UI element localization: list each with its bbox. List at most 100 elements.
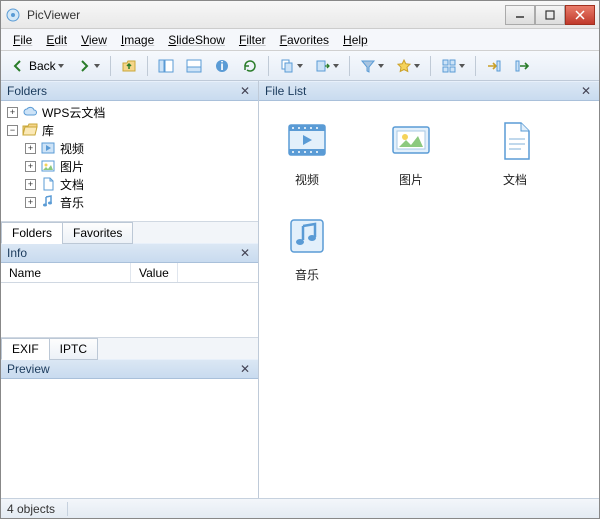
import-icon (486, 58, 502, 74)
cloud-icon (22, 104, 38, 120)
back-label: Back (29, 59, 56, 73)
chevron-down-icon (414, 64, 420, 68)
expand-icon[interactable]: + (25, 197, 36, 208)
info-table: Name Value (1, 263, 258, 337)
close-button[interactable] (565, 5, 595, 25)
info-col-name[interactable]: Name (1, 263, 131, 282)
tree-pane-icon (158, 58, 174, 74)
menu-image[interactable]: Image (115, 31, 160, 49)
chevron-down-icon (459, 64, 465, 68)
video-icon (40, 140, 56, 156)
close-icon[interactable]: ✕ (238, 246, 252, 260)
tab-favorites[interactable]: Favorites (62, 222, 133, 244)
expand-icon[interactable]: + (25, 179, 36, 190)
document-library-icon (491, 117, 539, 165)
info-icon: i (214, 58, 230, 74)
folders-pane-button[interactable] (153, 55, 179, 77)
move-button[interactable] (310, 55, 344, 77)
menu-help[interactable]: Help (337, 31, 374, 49)
close-icon[interactable]: ✕ (579, 84, 593, 98)
refresh-icon (242, 58, 258, 74)
expand-icon[interactable]: + (25, 161, 36, 172)
preview-area (1, 379, 258, 498)
chevron-down-icon (378, 64, 384, 68)
export-button[interactable] (509, 55, 535, 77)
document-icon (40, 176, 56, 192)
info-panel-header: Info ✕ (1, 243, 258, 263)
menubar: File Edit View Image SlideShow Filter Fa… (1, 29, 599, 51)
tree-label: 库 (42, 122, 54, 139)
toolbar: Back i (1, 51, 599, 81)
filelist-panel-title: File List (265, 84, 306, 98)
folder-tabs: Folders Favorites (1, 221, 258, 243)
folder-tree[interactable]: + WPS云文档 − 库 + 视频 + 图片 + 文档 (1, 101, 258, 221)
tab-exif[interactable]: EXIF (1, 338, 50, 360)
tree-node-music[interactable]: + 音乐 (1, 193, 258, 211)
tree-label: 视频 (60, 140, 84, 157)
chevron-down-icon (94, 64, 100, 68)
folders-panel-title: Folders (7, 84, 47, 98)
menu-view[interactable]: View (75, 31, 113, 49)
copy-icon (279, 58, 295, 74)
tab-folders[interactable]: Folders (1, 222, 63, 244)
right-column: File List ✕ 视频 图片 文档 音乐 (259, 81, 599, 498)
back-button[interactable]: Back (5, 55, 69, 77)
tree-node-videos[interactable]: + 视频 (1, 139, 258, 157)
folder-up-icon (121, 58, 137, 74)
collapse-icon[interactable]: − (7, 125, 18, 136)
titlebar: PicViewer (1, 1, 599, 29)
menu-favorites[interactable]: Favorites (274, 31, 335, 49)
tree-node-wps[interactable]: + WPS云文档 (1, 103, 258, 121)
forward-button[interactable] (71, 55, 105, 77)
picture-library-icon (387, 117, 435, 165)
file-item-videos[interactable]: 视频 (271, 117, 343, 188)
folders-panel-header: Folders ✕ (1, 81, 258, 101)
file-item-music[interactable]: 音乐 (271, 212, 343, 283)
music-icon (40, 194, 56, 210)
import-button[interactable] (481, 55, 507, 77)
arrow-left-icon (10, 58, 26, 74)
close-icon[interactable]: ✕ (238, 362, 252, 376)
file-item-documents[interactable]: 文档 (479, 117, 551, 188)
file-grid[interactable]: 视频 图片 文档 音乐 (259, 101, 599, 498)
menu-filter[interactable]: Filter (233, 31, 272, 49)
expand-icon[interactable]: + (25, 143, 36, 154)
move-icon (315, 58, 331, 74)
minimize-button[interactable] (505, 5, 535, 25)
funnel-icon (360, 58, 376, 74)
preview-pane-button[interactable] (181, 55, 207, 77)
info-col-value[interactable]: Value (131, 263, 178, 282)
left-column: Folders ✕ + WPS云文档 − 库 + 视频 + (1, 81, 259, 498)
up-folder-button[interactable] (116, 55, 142, 77)
tab-iptc[interactable]: IPTC (49, 338, 98, 360)
file-label: 图片 (399, 171, 423, 188)
maximize-button[interactable] (535, 5, 565, 25)
chevron-down-icon (58, 64, 64, 68)
tree-node-library[interactable]: − 库 (1, 121, 258, 139)
menu-file[interactable]: File (7, 31, 38, 49)
info-pane-button[interactable]: i (209, 55, 235, 77)
menu-edit[interactable]: Edit (40, 31, 73, 49)
view-mode-button[interactable] (436, 55, 470, 77)
copy-button[interactable] (274, 55, 308, 77)
preview-panel-header: Preview ✕ (1, 359, 258, 379)
favorite-button[interactable] (391, 55, 425, 77)
file-item-pictures[interactable]: 图片 (375, 117, 447, 188)
tree-label: WPS云文档 (42, 104, 105, 121)
info-panel-title: Info (7, 246, 27, 260)
file-label: 视频 (295, 171, 319, 188)
star-icon (396, 58, 412, 74)
export-icon (514, 58, 530, 74)
menu-slideshow[interactable]: SlideShow (162, 31, 231, 49)
tree-label: 文档 (60, 176, 84, 193)
window-title: PicViewer (27, 8, 505, 22)
tree-node-pictures[interactable]: + 图片 (1, 157, 258, 175)
info-tabs: EXIF IPTC (1, 337, 258, 359)
filter-button[interactable] (355, 55, 389, 77)
tree-node-documents[interactable]: + 文档 (1, 175, 258, 193)
preview-panel-title: Preview (7, 362, 50, 376)
expand-icon[interactable]: + (7, 107, 18, 118)
close-icon[interactable]: ✕ (238, 84, 252, 98)
refresh-button[interactable] (237, 55, 263, 77)
tree-label: 音乐 (60, 194, 84, 211)
